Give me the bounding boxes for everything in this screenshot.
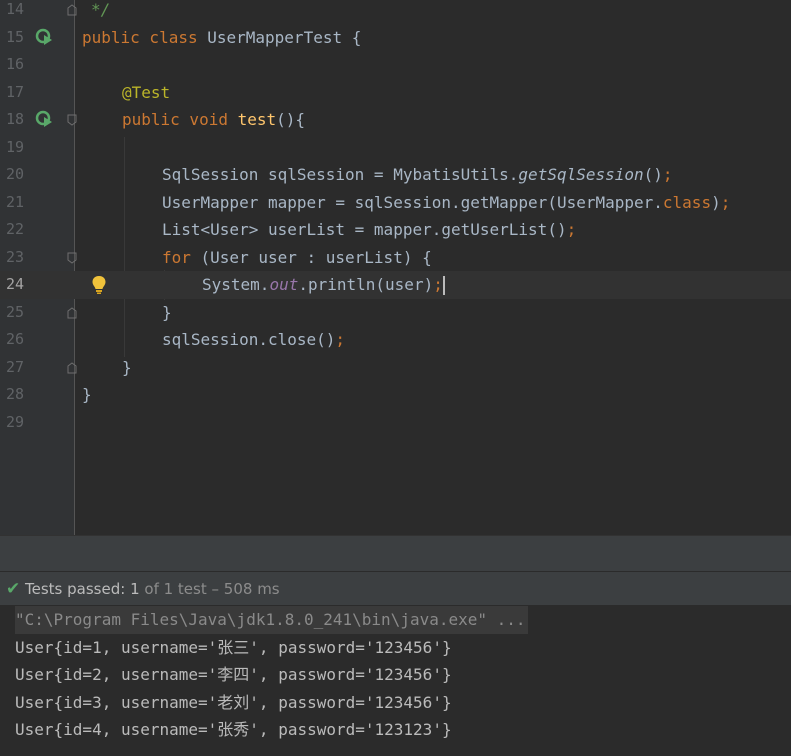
line-number: 21 xyxy=(6,192,25,211)
console-command-line[interactable]: "C:\Program Files\Java\jdk1.8.0_241\bin\… xyxy=(15,606,528,634)
code-line: 14 */ xyxy=(0,0,791,24)
annotation-text: @Test xyxy=(122,82,171,102)
code-text: List<User> userList = mapper.getUserList… xyxy=(162,220,577,239)
code-text: UserMapper mapper = sqlSession.getMapper… xyxy=(162,192,731,212)
code-text: } xyxy=(122,357,132,377)
line-number: 23 xyxy=(6,247,25,266)
code-line: 19 xyxy=(0,134,791,162)
console-output-line: User{id=1, username='张三', password='1234… xyxy=(15,638,452,657)
line-number: 16 xyxy=(6,55,25,73)
fold-icon[interactable] xyxy=(67,114,77,126)
check-icon: ✔ xyxy=(6,579,21,599)
code-line: 18 public void test(){ xyxy=(0,106,791,134)
code-text: */ xyxy=(91,0,111,19)
tests-total: of 1 test xyxy=(144,580,207,598)
code-line: 23 for (User user : userList) { xyxy=(0,244,791,272)
code-line: 22 List<User> userList = mapper.getUserL… xyxy=(0,216,791,244)
console-output-line: User{id=3, username='老刘', password='1234… xyxy=(15,693,452,712)
text-caret xyxy=(442,276,445,295)
code-editor[interactable]: 14 */ 15 public class UserMapperTest { 1… xyxy=(0,0,791,535)
line-number: 18 xyxy=(6,110,25,128)
line-number: 26 xyxy=(6,330,25,348)
line-number: 14 xyxy=(6,0,25,18)
line-number: 27 xyxy=(6,357,25,376)
run-console[interactable]: "C:\Program Files\Java\jdk1.8.0_241\bin\… xyxy=(0,605,791,756)
code-line: 21 UserMapper mapper = sqlSession.getMap… xyxy=(0,189,791,217)
code-line: 29 xyxy=(0,409,791,437)
code-line: 20 SqlSession sqlSession = MybatisUtils.… xyxy=(0,161,791,189)
fold-icon[interactable] xyxy=(67,252,77,264)
line-number: 24 xyxy=(6,275,25,293)
console-output-line: User{id=2, username='李四', password='1234… xyxy=(15,665,452,684)
code-line: 16 xyxy=(0,51,791,79)
current-code-line: 24 System.out.println(user); xyxy=(0,271,791,299)
test-status-text: Tests passed: 1 of 1 test – 508 ms xyxy=(25,572,280,606)
code-line: 17 @Test xyxy=(0,79,791,107)
line-number: 20 xyxy=(6,165,25,183)
line-number: 28 xyxy=(6,385,25,403)
code-line: 15 public class UserMapperTest { xyxy=(0,24,791,52)
code-line: 26 sqlSession.close(); xyxy=(0,326,791,354)
code-text: System.out.println(user); xyxy=(202,275,445,295)
code-text: } xyxy=(82,385,92,404)
code-line: 28 } xyxy=(0,381,791,409)
fold-icon[interactable] xyxy=(67,306,77,319)
line-number: 19 xyxy=(6,137,25,156)
fold-icon[interactable] xyxy=(67,361,77,374)
code-text: sqlSession.close(); xyxy=(162,330,346,349)
tests-passed-count: 1 xyxy=(130,580,140,598)
code-text: public void test(){ xyxy=(122,110,306,129)
line-number: 22 xyxy=(6,220,25,238)
tests-passed-label: Tests passed: xyxy=(25,580,126,598)
line-number: 17 xyxy=(6,82,25,101)
code-text: } xyxy=(162,302,172,322)
separator: – xyxy=(211,580,220,598)
console-output-line: User{id=4, username='张秀', password='1231… xyxy=(15,720,452,739)
code-text: for (User user : userList) { xyxy=(162,247,432,267)
code-text: public class UserMapperTest { xyxy=(82,27,362,47)
code-text: SqlSession sqlSession = MybatisUtils.get… xyxy=(162,165,673,184)
test-status-bar: ✔ Tests passed: 1 of 1 test – 508 ms xyxy=(0,571,791,606)
run-test-icon[interactable] xyxy=(35,28,53,46)
line-number: 25 xyxy=(6,302,25,321)
line-number: 29 xyxy=(6,412,25,431)
test-duration: 508 ms xyxy=(223,580,280,598)
lightbulb-icon[interactable] xyxy=(91,275,107,295)
code-line: 27 } xyxy=(0,354,791,382)
line-number: 15 xyxy=(6,27,25,46)
tool-window-header xyxy=(0,535,791,572)
fold-icon[interactable] xyxy=(67,4,77,16)
run-test-icon[interactable] xyxy=(35,110,53,128)
code-line: 25 } xyxy=(0,299,791,327)
